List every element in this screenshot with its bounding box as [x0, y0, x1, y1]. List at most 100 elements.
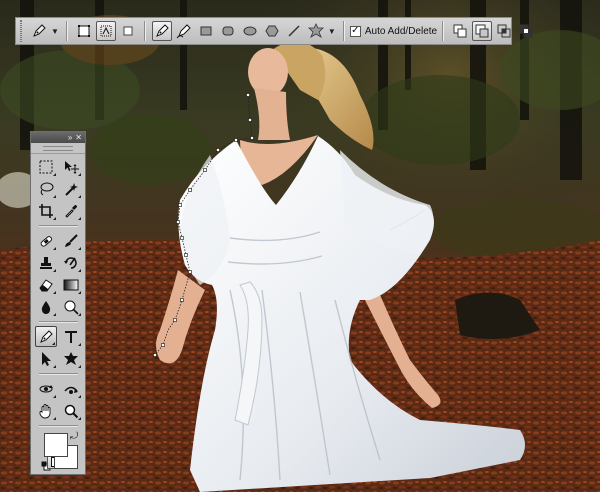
- swap-colors-icon[interactable]: ⤾: [70, 431, 78, 442]
- custom-shape-tool[interactable]: [60, 348, 82, 369]
- bandage-icon: [40, 235, 53, 247]
- move-icon: [65, 160, 79, 174]
- custom-shape-icon: [307, 23, 324, 38]
- divider: [39, 225, 78, 227]
- intersect-path-areas-icon: [497, 24, 511, 38]
- eyedropper-icon: [65, 204, 77, 218]
- zoom-tool[interactable]: [60, 400, 82, 421]
- move-tool[interactable]: [60, 156, 82, 177]
- 3d-rotate-tool[interactable]: [35, 378, 57, 399]
- tool-preset-picker[interactable]: [29, 21, 49, 41]
- close-panel-button[interactable]: ✕: [75, 133, 82, 142]
- subtract-from-path-area-button[interactable]: [472, 21, 493, 41]
- photo: [0, 0, 600, 492]
- fill-pixels-icon: [123, 26, 133, 36]
- add-to-path-area-icon: [453, 24, 467, 38]
- zoom-icon: [64, 404, 79, 418]
- tools-panel-titlebar[interactable]: » ✕: [31, 132, 85, 143]
- custom-shape-tool-button[interactable]: [306, 21, 326, 41]
- auto-add-delete-label: Auto Add/Delete: [364, 25, 438, 37]
- pen-preset-icon: [33, 24, 46, 37]
- rectangular-marquee-tool[interactable]: [35, 156, 57, 177]
- add-to-path-area-button[interactable]: [450, 21, 470, 41]
- tools-panel: » ✕ ⤾: [30, 131, 86, 475]
- ellipse-tool-button[interactable]: [240, 21, 260, 41]
- freeform-pen-button[interactable]: [174, 21, 194, 41]
- magic-wand-icon: [65, 182, 78, 196]
- magic-wand-tool[interactable]: [60, 178, 82, 199]
- crop-tool[interactable]: [35, 200, 57, 221]
- drop-icon: [41, 300, 51, 314]
- 3d-orbit-tool[interactable]: [60, 378, 82, 399]
- eraser-icon: [39, 278, 53, 291]
- crop-icon: [39, 203, 53, 218]
- eyedropper-tool[interactable]: [60, 200, 82, 221]
- pen-tool[interactable]: [35, 326, 57, 347]
- stamp-icon: [40, 256, 52, 269]
- freeform-pen-icon: [176, 24, 191, 39]
- divider: [39, 373, 78, 375]
- lasso-tool[interactable]: [35, 178, 57, 199]
- options-bar-grip[interactable]: [20, 20, 22, 42]
- polygon-tool-button[interactable]: [262, 21, 282, 41]
- divider: [39, 321, 78, 323]
- arrow-icon: [42, 351, 51, 366]
- shape-layers-icon: [77, 25, 90, 37]
- intersect-path-areas-button[interactable]: [494, 21, 514, 41]
- divider: [39, 425, 78, 427]
- lasso-icon: [40, 182, 54, 195]
- auto-add-delete-checkbox[interactable]: ✓: [349, 25, 361, 37]
- collapse-panel-button[interactable]: »: [68, 133, 72, 142]
- chevron-down-icon[interactable]: ▼: [51, 27, 59, 36]
- exclude-overlapping-path-areas-button[interactable]: [516, 21, 536, 41]
- 3d-rotate-icon: [39, 384, 53, 392]
- type-icon: [65, 330, 77, 343]
- 3d-orbit-icon: [64, 386, 78, 394]
- pen-tool-button[interactable]: [151, 21, 172, 41]
- rounded-rectangle-tool-button[interactable]: [218, 21, 238, 41]
- polygon-icon: [265, 25, 279, 37]
- document-canvas[interactable]: [0, 0, 600, 492]
- custom-shape-icon: [64, 351, 78, 365]
- color-swatches: ⤾: [35, 431, 82, 477]
- brush-icon: [65, 233, 78, 247]
- marquee-icon: [39, 160, 53, 173]
- divider: [143, 21, 146, 41]
- divider: [442, 21, 445, 41]
- brush-tool[interactable]: [60, 230, 82, 251]
- clone-stamp-tool[interactable]: [35, 252, 57, 273]
- rectangle-icon: [200, 26, 212, 36]
- paths-button[interactable]: [95, 21, 116, 41]
- divider: [342, 21, 345, 41]
- foreground-color-swatch[interactable]: [44, 433, 68, 457]
- history-brush-icon: [64, 256, 77, 269]
- dodge-icon: [64, 300, 79, 315]
- history-brush-tool[interactable]: [60, 252, 82, 273]
- line-tool-button[interactable]: [284, 21, 304, 41]
- pen-icon: [40, 329, 53, 343]
- exclude-overlapping-path-areas-icon: [519, 24, 533, 38]
- gradient-tool[interactable]: [60, 274, 82, 295]
- dodge-tool[interactable]: [60, 296, 82, 317]
- panel-drag-strip[interactable]: [31, 143, 85, 154]
- ellipse-icon: [243, 26, 257, 36]
- paths-icon: [100, 25, 112, 37]
- checkmark-icon: ✓: [351, 25, 360, 36]
- fill-pixels-button[interactable]: [118, 21, 138, 41]
- hand-tool[interactable]: [35, 400, 57, 421]
- subtract-from-path-area-icon: [475, 24, 489, 38]
- type-tool[interactable]: [60, 326, 82, 347]
- rectangle-tool-button[interactable]: [196, 21, 216, 41]
- line-icon: [288, 25, 300, 37]
- gradient-icon: [63, 279, 79, 290]
- shape-layers-button[interactable]: [74, 21, 94, 41]
- hand-icon: [39, 403, 51, 418]
- healing-brush-tool[interactable]: [35, 230, 57, 251]
- chevron-down-icon[interactable]: ▼: [328, 27, 336, 36]
- rounded-rectangle-icon: [222, 26, 234, 36]
- blur-tool[interactable]: [35, 296, 57, 317]
- eraser-tool[interactable]: [35, 274, 57, 295]
- options-bar: ▼ ▼ ✓ Auto Add/Delete: [15, 17, 533, 45]
- divider: [65, 21, 68, 41]
- path-selection-tool[interactable]: [35, 348, 57, 369]
